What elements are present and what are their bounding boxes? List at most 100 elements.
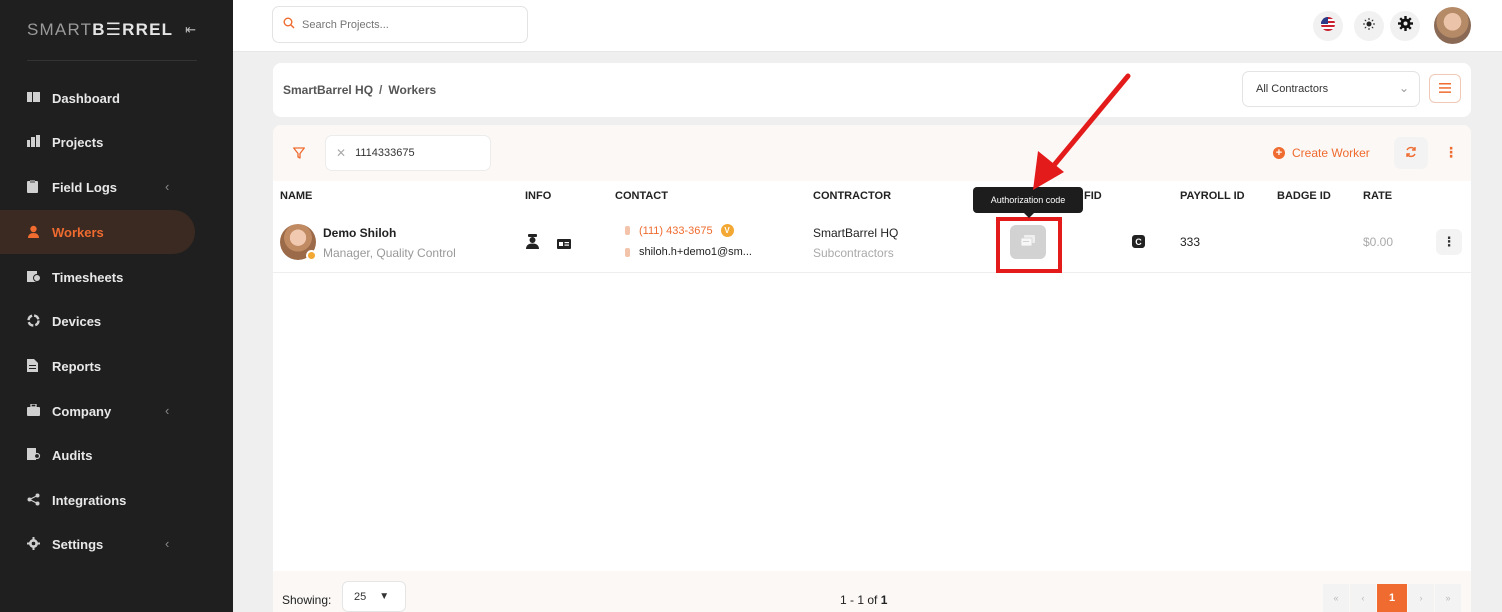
sidebar: SMART B☰RREL ⇤ Dashboard Projects Field … xyxy=(0,0,233,612)
worker-name[interactable]: Demo Shiloh xyxy=(323,226,396,240)
email-icon xyxy=(625,247,630,257)
projects-icon xyxy=(27,135,41,149)
worker-phone[interactable]: (111) 433-3675 V xyxy=(625,224,734,237)
theme-toggle-button[interactable] xyxy=(1354,11,1384,41)
worker-email[interactable]: shiloh.h+demo1@sm... xyxy=(625,246,752,258)
sidebar-item-workers[interactable]: Workers xyxy=(0,210,195,254)
list-menu-button[interactable] xyxy=(1429,74,1461,103)
sidebar-item-label: Company xyxy=(52,403,112,419)
next-page-button[interactable]: › xyxy=(1408,584,1434,612)
sidebar-item-company[interactable]: Company ‹ xyxy=(0,389,195,433)
breadcrumb-root[interactable]: SmartBarrel HQ xyxy=(283,83,373,97)
table-row[interactable]: Demo Shiloh Manager, Quality Control (11… xyxy=(273,211,1471,273)
divider xyxy=(27,60,197,61)
worker-email-text: shiloh.h+demo1@sm... xyxy=(639,246,752,258)
rfid-badge-icon: C xyxy=(1132,235,1145,248)
column-header-contractor[interactable]: CONTRACTOR xyxy=(813,190,891,202)
worker-phone-text: (111) 433-3675 xyxy=(639,224,713,237)
sidebar-item-projects[interactable]: Projects xyxy=(0,120,195,164)
search-box[interactable] xyxy=(272,6,528,43)
column-header-rate[interactable]: RATE xyxy=(1363,190,1392,202)
first-page-button[interactable]: « xyxy=(1323,584,1349,612)
worker-role: Manager, Quality Control xyxy=(323,246,456,260)
hamburger-icon xyxy=(1439,80,1451,98)
column-header-info: INFO xyxy=(525,190,552,202)
integrations-icon xyxy=(27,493,41,507)
sidebar-item-label: Integrations xyxy=(52,492,127,508)
contractor-select[interactable]: All Contractors ⌄ xyxy=(1242,71,1420,107)
per-page-select[interactable]: 25 ▼ xyxy=(342,581,406,612)
sidebar-item-reports[interactable]: Reports xyxy=(0,344,195,388)
id-card-icon xyxy=(557,236,571,254)
tooltip: Authorization code xyxy=(973,187,1083,218)
brand-part1: SMART xyxy=(27,20,93,39)
audits-icon xyxy=(27,448,41,462)
prev-page-button[interactable]: ‹ xyxy=(1350,584,1376,612)
top-bar xyxy=(233,0,1502,52)
sidebar-item-audits[interactable]: Audits xyxy=(0,433,195,477)
sidebar-item-integrations[interactable]: Integrations xyxy=(0,478,195,522)
sidebar-item-field-logs[interactable]: Field Logs ‹ xyxy=(0,165,195,209)
user-avatar[interactable] xyxy=(1434,7,1471,44)
sidebar-item-label: Timesheets xyxy=(52,269,124,285)
search-input[interactable] xyxy=(302,18,502,31)
pagination-range: 1 - 1 of 1 xyxy=(840,593,887,607)
filter-icon[interactable] xyxy=(293,146,305,164)
plus-icon: + xyxy=(1273,147,1285,159)
chevron-down-icon: ▼ xyxy=(379,591,390,602)
company-icon xyxy=(27,403,41,418)
close-icon[interactable]: ✕ xyxy=(336,146,346,160)
showing-label: Showing: xyxy=(282,593,332,607)
row-more-button[interactable]: ⋮ xyxy=(1436,229,1462,255)
brand-logo[interactable]: SMART B☰RREL ⇤ xyxy=(27,20,197,40)
timesheets-icon xyxy=(27,270,41,284)
column-header-name[interactable]: NAME xyxy=(280,190,312,202)
chevron-left-icon: ‹ xyxy=(165,536,170,551)
dashboard-icon xyxy=(27,91,41,105)
column-header-badge-id[interactable]: BADGE ID xyxy=(1277,190,1331,202)
create-worker-button[interactable]: + Create Worker xyxy=(1273,146,1370,160)
us-flag-icon xyxy=(1321,16,1335,36)
workers-card: ✕ 1114333675 + Create Worker ⋮ NAME INFO… xyxy=(273,125,1471,612)
brand-part2: B☰RREL xyxy=(92,20,174,39)
chevron-left-icon: ‹ xyxy=(165,179,170,194)
table-footer: Showing: 25 ▼ 1 - 1 of 1 « ‹ 1 › » xyxy=(273,571,1471,612)
contractor-select-value: All Contractors xyxy=(1256,83,1329,95)
sidebar-item-dashboard[interactable]: Dashboard xyxy=(0,76,195,120)
avatar xyxy=(280,224,317,261)
worker-rate: $0.00 xyxy=(1363,235,1394,249)
create-worker-label: Create Worker xyxy=(1292,146,1370,160)
sidebar-item-label: Projects xyxy=(52,134,104,150)
sidebar-item-label: Reports xyxy=(52,358,102,374)
range-total: 1 xyxy=(880,593,888,607)
sidebar-item-settings[interactable]: Settings ‹ xyxy=(0,522,195,566)
status-dot xyxy=(306,250,317,261)
payroll-id: 333 xyxy=(1180,235,1201,249)
chevron-down-icon: ⌄ xyxy=(1398,81,1409,95)
page-button-current[interactable]: 1 xyxy=(1377,584,1407,612)
collapse-icon[interactable]: ⇤ xyxy=(185,22,197,38)
workers-icon xyxy=(27,225,41,239)
pagination: « ‹ 1 › » xyxy=(1323,584,1462,612)
gear-icon xyxy=(1397,16,1413,36)
settings-button[interactable] xyxy=(1390,11,1420,41)
sidebar-item-timesheets[interactable]: Timesheets xyxy=(0,255,195,299)
breadcrumb: SmartBarrel HQ / Workers xyxy=(283,83,436,97)
phone-icon xyxy=(625,226,630,235)
sidebar-item-label: Field Logs xyxy=(52,179,117,195)
language-flag-button[interactable] xyxy=(1313,11,1343,41)
sidebar-item-label: Settings xyxy=(52,536,104,552)
contractor-type: Subcontractors xyxy=(813,246,894,260)
table-header: NAME INFO CONTACT CONTRACTOR FID PAYROLL… xyxy=(273,181,1471,211)
filter-chip[interactable]: ✕ 1114333675 xyxy=(325,135,491,171)
refresh-button[interactable] xyxy=(1394,137,1428,169)
field-logs-icon xyxy=(27,180,41,194)
sidebar-item-devices[interactable]: Devices xyxy=(0,299,195,343)
more-vertical-icon[interactable]: ⋮ xyxy=(1444,144,1458,161)
sidebar-item-label: Devices xyxy=(52,313,102,329)
last-page-button[interactable]: » xyxy=(1435,584,1461,612)
column-header-payroll-id[interactable]: PAYROLL ID xyxy=(1180,190,1245,202)
column-header-fid: FID xyxy=(1084,190,1102,202)
refresh-icon xyxy=(1405,145,1417,161)
reports-icon xyxy=(27,359,41,373)
